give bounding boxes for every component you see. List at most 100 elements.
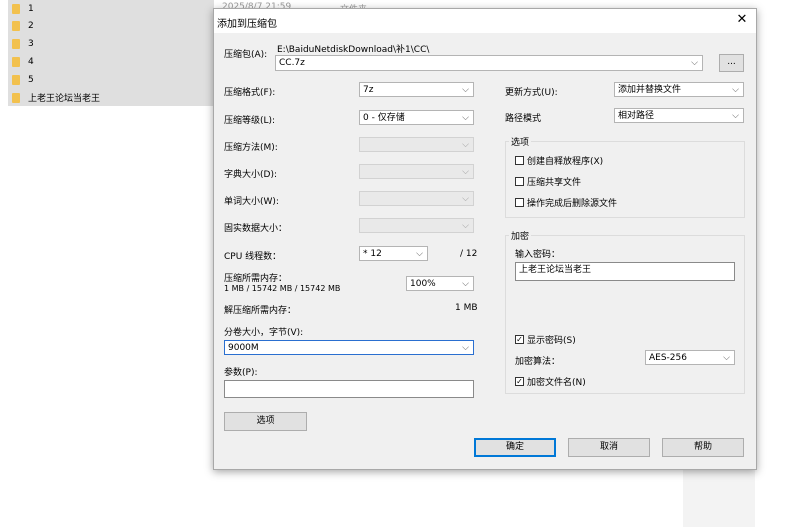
cancel-button[interactable]: 取消 — [568, 438, 650, 457]
level-combo[interactable]: 0 - 仅存储 ⌵ — [359, 110, 474, 125]
shared-files-label: 压缩共享文件 — [527, 178, 582, 188]
password-label: 输入密码： — [515, 250, 561, 260]
archive-path: E:\BaiduNetdiskDownload\补1\CC\ — [277, 45, 430, 55]
encrypt-names-checkbox[interactable]: ✓ 加密文件名(N) — [515, 375, 586, 388]
shared-files-checkbox[interactable]: 压缩共享文件 — [515, 175, 581, 188]
folder-name: 1 — [28, 3, 34, 14]
encryption-method-combo[interactable]: AES-256 ⌵ — [645, 350, 735, 365]
chevron-down-icon: ⌵ — [462, 167, 469, 177]
title-bar: 添加到压缩包 ✕ — [214, 9, 756, 33]
decompress-memory-label: 解压缩所需内存： — [224, 306, 297, 316]
cpu-threads-combo[interactable]: * 12 ⌵ — [359, 246, 428, 261]
memory-label: 压缩所需内存： — [224, 274, 288, 284]
folder-name: 2 — [28, 20, 34, 31]
archive-name-value: CC.7z — [279, 58, 305, 68]
dialog-title: 添加到压缩包 — [217, 19, 277, 30]
memory-detail: 1 MB / 15742 MB / 15742 MB — [224, 284, 341, 293]
create-sfx-label: 创建自释放程序(X) — [527, 157, 604, 167]
folder-icon — [12, 74, 20, 85]
cpu-label: CPU 线程数： — [224, 252, 282, 262]
cpu-total: / 12 — [460, 249, 478, 259]
folder-row[interactable]: 上老王论坛当老王 — [8, 89, 214, 106]
checkbox-box — [515, 177, 524, 186]
format-combo[interactable]: 7z ⌵ — [359, 82, 474, 97]
chevron-down-icon: ⌵ — [462, 85, 469, 95]
folder-row[interactable]: 3 — [8, 35, 214, 52]
add-to-archive-dialog: 添加到压缩包 ✕ 压缩包(A): E:\BaiduNetdiskDownload… — [213, 8, 757, 470]
help-button[interactable]: 帮助 — [662, 438, 744, 457]
chevron-down-icon: ⌵ — [462, 113, 469, 123]
dict-label: 字典大小(D): — [224, 170, 277, 180]
params-input[interactable] — [224, 380, 474, 398]
folder-icon — [12, 38, 20, 49]
chevron-down-icon: ⌵ — [732, 111, 739, 121]
folder-icon — [12, 56, 20, 67]
chevron-down-icon: ⌵ — [723, 353, 730, 363]
folder-name: 3 — [28, 38, 34, 49]
archive-name-combo[interactable]: CC.7z ⌵ — [275, 55, 703, 71]
folder-row[interactable]: 4 — [8, 53, 214, 70]
solid-label: 固实数据大小： — [224, 224, 288, 234]
format-value: 7z — [363, 85, 374, 95]
params-label: 参数(P): — [224, 368, 258, 378]
encryption-group-title: 加密 — [509, 229, 532, 242]
chevron-down-icon: ⌵ — [462, 194, 469, 204]
check-icon: ✓ — [515, 377, 524, 386]
method-label: 压缩方法(M): — [224, 143, 278, 153]
format-label: 压缩格式(F): — [224, 88, 276, 98]
folder-icon — [12, 20, 20, 31]
solid-combo[interactable]: ⌵ — [359, 218, 474, 233]
folder-icon — [12, 3, 20, 14]
split-size-label: 分卷大小，字节(V): — [224, 328, 304, 338]
password-value: 上老王论坛当老王 — [519, 265, 592, 275]
chevron-down-icon: ⌵ — [691, 58, 698, 68]
folder-row[interactable]: 5 — [8, 71, 214, 88]
chevron-down-icon: ⌵ — [462, 221, 469, 231]
memory-percent-value: 100% — [410, 279, 436, 289]
path-mode-combo[interactable]: 相对路径 ⌵ — [614, 108, 744, 123]
word-combo[interactable]: ⌵ — [359, 191, 474, 206]
update-mode-value: 添加并替换文件 — [618, 85, 682, 95]
decompress-memory-value: 1 MB — [455, 303, 478, 313]
cpu-threads-value: * 12 — [363, 249, 382, 259]
folder-row[interactable]: 2 — [8, 17, 214, 34]
delete-after-label: 操作完成后删除源文件 — [527, 199, 618, 209]
encryption-method-label: 加密算法： — [515, 357, 561, 367]
split-size-value: 9000M — [228, 343, 259, 353]
chevron-down-icon: ⌵ — [462, 279, 469, 289]
delete-after-checkbox[interactable]: 操作完成后删除源文件 — [515, 196, 617, 209]
chevron-down-icon: ⌵ — [416, 249, 423, 259]
update-mode-label: 更新方式(U): — [505, 88, 558, 98]
level-value: 0 - 仅存储 — [363, 113, 405, 123]
chevron-down-icon: ⌵ — [462, 140, 469, 150]
ok-button[interactable]: 确定 — [474, 438, 556, 457]
split-size-combo[interactable]: 9000M ⌵ — [224, 340, 474, 355]
encryption-method-value: AES-256 — [649, 353, 687, 363]
options-button[interactable]: 选项 — [224, 412, 307, 431]
folder-row[interactable]: 1 — [8, 0, 214, 17]
folder-name: 5 — [28, 74, 34, 85]
memory-percent-combo[interactable]: 100% ⌵ — [406, 276, 474, 291]
method-combo[interactable]: ⌵ — [359, 137, 474, 152]
folder-name: 上老王论坛当老王 — [28, 94, 101, 104]
create-sfx-checkbox[interactable]: 创建自释放程序(X) — [515, 154, 603, 167]
path-mode-label: 路径模式 — [505, 114, 542, 124]
chevron-down-icon: ⌵ — [462, 343, 469, 353]
dict-combo[interactable]: ⌵ — [359, 164, 474, 179]
checkbox-box — [515, 198, 524, 207]
options-group-title: 选项 — [509, 135, 532, 148]
browse-button[interactable]: ... — [719, 54, 744, 72]
folder-icon — [12, 92, 20, 103]
encrypt-names-label: 加密文件名(N) — [527, 378, 586, 388]
folder-name: 4 — [28, 56, 34, 67]
check-icon: ✓ — [515, 335, 524, 344]
level-label: 压缩等级(L): — [224, 116, 276, 126]
show-password-label: 显示密码(S) — [527, 336, 576, 346]
chevron-down-icon: ⌵ — [732, 85, 739, 95]
close-icon[interactable]: ✕ — [734, 12, 750, 28]
checkbox-box — [515, 156, 524, 165]
archive-label: 压缩包(A): — [224, 50, 268, 60]
show-password-checkbox[interactable]: ✓ 显示密码(S) — [515, 333, 576, 346]
password-input[interactable]: 上老王论坛当老王 — [515, 262, 735, 281]
update-mode-combo[interactable]: 添加并替换文件 ⌵ — [614, 82, 744, 97]
